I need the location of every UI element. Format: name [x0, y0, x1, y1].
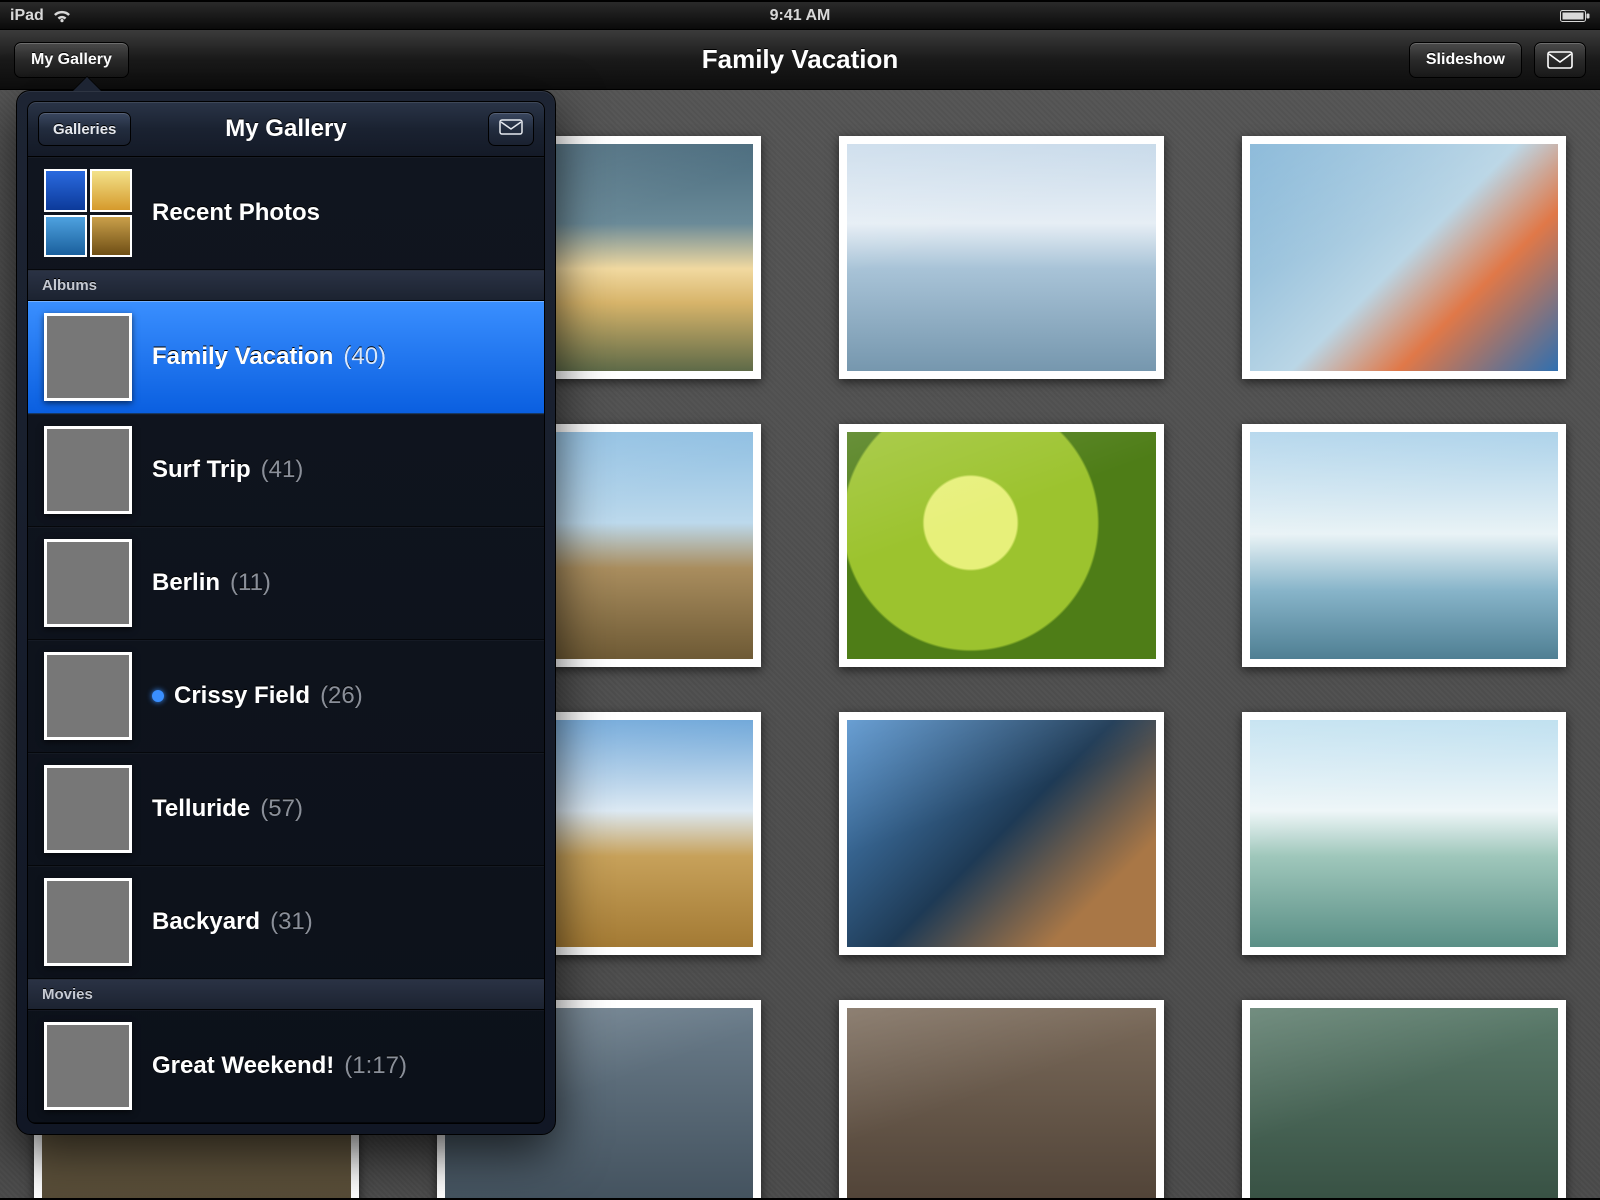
photo-thumb[interactable] [839, 712, 1164, 955]
battery-icon [1560, 9, 1590, 23]
movie-row-great-weekend[interactable]: Great Weekend! (1:17) [28, 1010, 544, 1123]
popover-back-button[interactable]: Galleries [38, 112, 131, 146]
gallery-popover: Galleries My Gallery Recent Photos Album… [16, 90, 556, 1135]
slideshow-button[interactable]: Slideshow [1409, 42, 1522, 78]
section-albums: Albums [28, 270, 544, 301]
album-thumb [44, 313, 132, 401]
popover-header: Galleries My Gallery [27, 101, 545, 157]
photo-thumb[interactable] [1242, 1000, 1567, 1198]
device-label: iPad [10, 7, 44, 25]
album-thumb [44, 765, 132, 853]
album-thumb [44, 539, 132, 627]
album-row-telluride[interactable]: Telluride (57) [28, 753, 544, 866]
row-count: (26) [320, 682, 363, 710]
row-label: Telluride [152, 795, 250, 823]
recent-photos-row[interactable]: Recent Photos [28, 157, 544, 270]
row-count: (11) [230, 569, 271, 597]
album-row-berlin[interactable]: Berlin (11) [28, 527, 544, 640]
album-thumb [44, 652, 132, 740]
row-label: Family Vacation [152, 343, 333, 371]
photo-thumb[interactable] [1242, 712, 1567, 955]
row-count: (31) [270, 908, 313, 936]
popover-mail-button[interactable] [488, 112, 534, 146]
wifi-icon [52, 9, 72, 23]
row-label: Backyard [152, 908, 260, 936]
album-row-backyard[interactable]: Backyard (31) [28, 866, 544, 979]
status-bar: iPad 9:41 AM [0, 2, 1600, 30]
clock: 9:41 AM [0, 7, 1600, 25]
photo-thumb[interactable] [1242, 424, 1567, 667]
row-duration: (1:17) [344, 1052, 407, 1080]
album-row-family-vacation[interactable]: Family Vacation (40) [28, 301, 544, 414]
share-mail-button[interactable] [1534, 42, 1586, 78]
album-row-surf-trip[interactable]: Surf Trip (41) [28, 414, 544, 527]
row-count: (57) [260, 795, 303, 823]
nav-bar: My Gallery Family Vacation Slideshow [0, 30, 1600, 90]
photo-thumb[interactable] [839, 424, 1164, 667]
row-label: Recent Photos [152, 199, 320, 227]
section-movies: Movies [28, 979, 544, 1010]
photo-thumb[interactable] [839, 1000, 1164, 1198]
row-label: Great Weekend! [152, 1052, 334, 1080]
album-row-crissy-field[interactable]: Crissy Field (26) [28, 640, 544, 753]
row-label: Crissy Field [174, 682, 310, 710]
album-thumb [44, 426, 132, 514]
row-label: Berlin [152, 569, 220, 597]
photo-thumb[interactable] [839, 136, 1164, 379]
popover-body: Recent Photos Albums Family Vacation (40… [27, 157, 545, 1124]
row-count: (40) [343, 343, 386, 371]
movie-thumb [44, 1022, 132, 1110]
back-button[interactable]: My Gallery [14, 42, 129, 78]
mail-icon [499, 119, 523, 139]
row-count: (41) [261, 456, 304, 484]
page-title: Family Vacation [0, 44, 1600, 75]
unread-dot-icon [152, 690, 164, 702]
row-label: Surf Trip [152, 456, 251, 484]
album-thumb [44, 878, 132, 966]
photo-thumb[interactable] [1242, 136, 1567, 379]
mail-icon [1547, 51, 1573, 69]
device-frame: iPad 9:41 AM My Gallery Family Vacation … [0, 2, 1600, 1198]
mosaic-icon [44, 169, 132, 257]
